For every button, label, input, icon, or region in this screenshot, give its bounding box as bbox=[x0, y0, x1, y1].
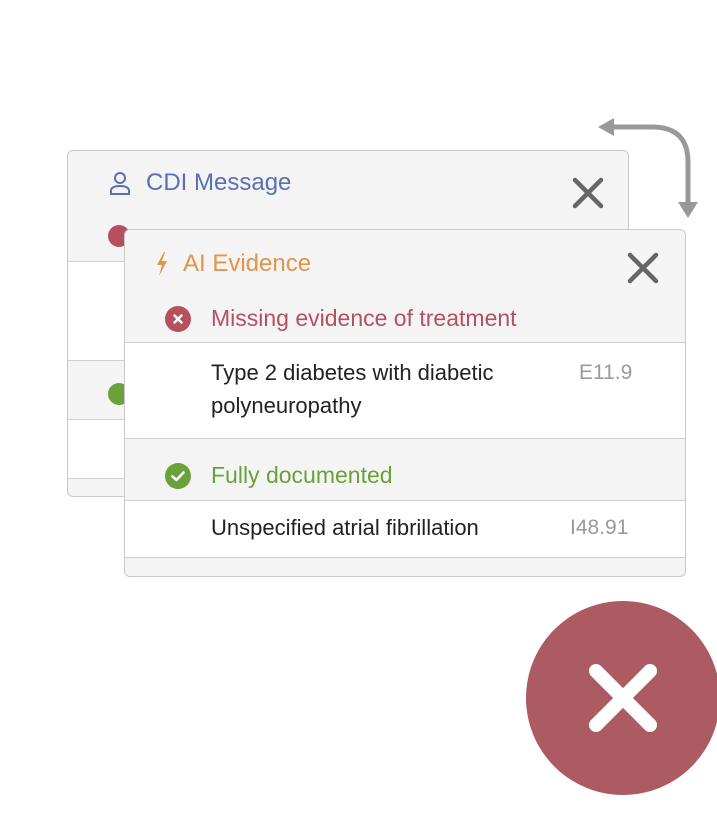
close-icon bbox=[589, 664, 657, 732]
evidence-item-description: Unspecified atrial fibrillation bbox=[211, 515, 479, 540]
evidence-item-row: Type 2 diabetes with diabetic polyneurop… bbox=[125, 342, 685, 439]
error-circle-icon bbox=[165, 305, 191, 332]
section-missing-evidence: Missing evidence of treatment bbox=[125, 305, 685, 332]
check-circle-icon bbox=[165, 462, 191, 489]
icd-code: E11.9 bbox=[579, 361, 633, 384]
ai-title-row: AI Evidence bbox=[155, 250, 311, 278]
dismiss-button[interactable] bbox=[526, 601, 717, 795]
cdi-close-button[interactable] bbox=[570, 175, 606, 211]
description-line: Type 2 diabetes with diabetic bbox=[211, 360, 494, 385]
section-fully-documented: Fully documented bbox=[125, 462, 685, 489]
cdi-title: CDI Message bbox=[146, 169, 292, 196]
ai-title: AI Evidence bbox=[183, 250, 312, 277]
icd-code: I48.91 bbox=[570, 516, 629, 539]
ai-close-button[interactable] bbox=[625, 250, 661, 286]
close-icon bbox=[627, 252, 659, 284]
lightning-bolt-icon bbox=[155, 251, 169, 277]
evidence-item-description: Type 2 diabetes with diabetic polyneurop… bbox=[211, 356, 494, 422]
ai-evidence-card: AI Evidence Missing evidence of treatmen… bbox=[124, 229, 686, 577]
evidence-item-row: Unspecified atrial fibrillation I48.91 bbox=[125, 500, 685, 558]
section-status-label: Missing evidence of treatment bbox=[211, 305, 517, 331]
cdi-title-row: CDI Message bbox=[108, 169, 291, 197]
description-line: polyneuropathy bbox=[211, 393, 362, 418]
person-icon bbox=[108, 170, 132, 196]
close-icon bbox=[572, 177, 604, 209]
section-status-label: Fully documented bbox=[211, 462, 393, 488]
